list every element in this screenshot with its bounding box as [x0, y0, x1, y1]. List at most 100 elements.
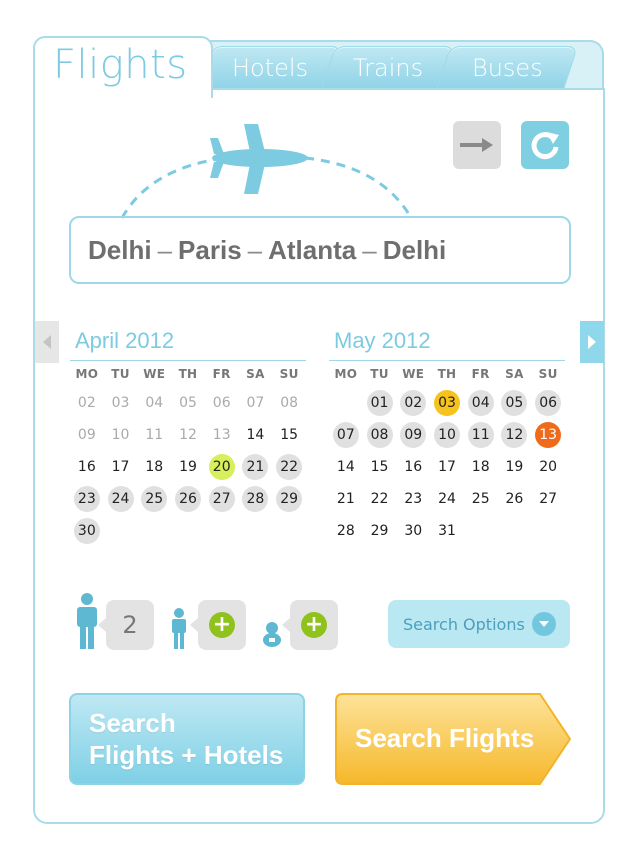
weekday-label: TU [111, 367, 130, 381]
calendar-day[interactable]: 08 [363, 419, 397, 451]
route-field[interactable]: Delhi – Paris – Atlanta – Delhi [69, 216, 571, 284]
calendar-month-april: April 2012 MO TU WE TH FR SA SU 02 03 04 05 06 07 08… [70, 328, 306, 547]
infant-icon [263, 622, 281, 647]
calendar-day[interactable]: 09 [396, 419, 430, 451]
day-number: 04 [467, 390, 494, 416]
calendar-day[interactable]: 21 [329, 483, 363, 515]
weekday-label: FR [212, 367, 231, 381]
calendar-day[interactable]: 11 [464, 419, 498, 451]
calendar-day[interactable]: 27 [205, 483, 239, 515]
calendar-day[interactable]: 21 [239, 451, 273, 483]
day-number: 02 [400, 390, 427, 416]
add-infant-button[interactable]: + [282, 600, 338, 650]
calendar-day: 04 [137, 387, 171, 419]
calendar-day[interactable]: 01 [363, 387, 397, 419]
calendar-day[interactable]: 26 [498, 483, 532, 515]
calendar-day[interactable]: 06 [531, 387, 565, 419]
calendar-day[interactable]: 05 [498, 387, 532, 419]
calendar-day[interactable]: 17 [104, 451, 138, 483]
round-trip-toggle-button[interactable] [521, 121, 569, 169]
calendar-day[interactable]: 23 [396, 483, 430, 515]
calendar-day: 02 [70, 387, 104, 419]
tab-trains[interactable]: Trains [320, 46, 456, 90]
route-city: Paris [178, 234, 242, 265]
calendar-day[interactable]: 22 [363, 483, 397, 515]
search-flights-hotels-button[interactable]: Search Flights + Hotels [69, 693, 305, 785]
calendar-day[interactable]: 16 [396, 451, 430, 483]
calendar-prev-button[interactable] [35, 321, 59, 363]
search-options-dropdown[interactable]: Search Options [388, 600, 570, 648]
calendar-day[interactable]: 24 [104, 483, 138, 515]
flight-path-illustration [120, 124, 412, 219]
calendar-day[interactable]: 12 [498, 419, 532, 451]
day-number: 27 [539, 491, 558, 507]
calendar-day[interactable]: 07 [329, 419, 363, 451]
calendar-day[interactable]: 22 [272, 451, 306, 483]
calendar-day[interactable]: 10 [430, 419, 464, 451]
calendar-day[interactable]: 20 [205, 451, 239, 483]
day-number: 16 [77, 459, 96, 475]
calendar-day: 08 [272, 387, 306, 419]
calendar-day[interactable]: 20 [531, 451, 565, 483]
day-number: 03 [111, 395, 130, 411]
calendar-day[interactable]: 19 [171, 451, 205, 483]
one-way-toggle-button[interactable] [453, 121, 501, 169]
calendar-day[interactable]: 15 [272, 419, 306, 451]
calendar-day[interactable]: 30 [70, 515, 104, 547]
plus-icon: + [209, 612, 235, 638]
tab-hotels[interactable]: Hotels [197, 46, 343, 90]
child-icon [172, 608, 186, 649]
day-number: 18 [471, 459, 490, 475]
calendar-day[interactable]: 29 [272, 483, 306, 515]
day-number [333, 390, 359, 416]
adult-count[interactable]: 2 [98, 600, 154, 650]
calendar-day[interactable]: 18 [464, 451, 498, 483]
weekday-header: MO TU WE TH FR SA SU [329, 367, 565, 381]
calendar-day[interactable]: 23 [70, 483, 104, 515]
calendar-day[interactable]: 29 [363, 515, 397, 547]
day-number: 09 [77, 427, 96, 443]
calendar-day[interactable]: 03 [430, 387, 464, 419]
calendar-day[interactable]: 30 [396, 515, 430, 547]
search-flights-button[interactable]: Search Flights [335, 693, 571, 785]
month-title: April 2012 [70, 328, 306, 361]
calendar-day[interactable]: 13 [531, 419, 565, 451]
day-number: 11 [467, 422, 494, 448]
calendar-day[interactable]: 24 [430, 483, 464, 515]
calendar-day[interactable]: 28 [329, 515, 363, 547]
calendar-day[interactable]: 17 [430, 451, 464, 483]
calendar-next-button[interactable] [580, 321, 604, 363]
calendar-day[interactable]: 25 [137, 483, 171, 515]
day-number: 14 [336, 459, 355, 475]
calendar-day[interactable]: 15 [363, 451, 397, 483]
day-number: 07 [246, 395, 265, 411]
calendar-day: 09 [70, 419, 104, 451]
airplane-icon [210, 124, 308, 194]
calendar-day[interactable]: 19 [498, 451, 532, 483]
day-number: 20 [208, 454, 235, 480]
day-number: 30 [404, 523, 423, 539]
chevron-left-icon [43, 335, 51, 349]
calendar-day[interactable]: 14 [329, 451, 363, 483]
search-flights-label: Search Flights [355, 723, 535, 753]
calendar-day[interactable]: 16 [70, 451, 104, 483]
day-number: 05 [501, 390, 528, 416]
calendar-day[interactable]: 04 [464, 387, 498, 419]
calendar-day[interactable]: 31 [430, 515, 464, 547]
tab-buses[interactable]: Buses [435, 46, 579, 90]
add-child-button[interactable]: + [190, 600, 246, 650]
calendar-day[interactable]: 27 [531, 483, 565, 515]
calendar-day[interactable]: 02 [396, 387, 430, 419]
day-grid: 02 03 04 05 06 07 08 09 10 11 12 13 14 15 16 17 18 19 20 21… [70, 387, 306, 547]
calendar-day[interactable]: 18 [137, 451, 171, 483]
search-options-label: Search Options [403, 614, 525, 634]
calendar-day[interactable]: 25 [464, 483, 498, 515]
weekday-label: TU [370, 367, 389, 381]
calendar-day[interactable]: 28 [239, 483, 273, 515]
day-number: 18 [145, 459, 164, 475]
day-number: 15 [280, 427, 299, 443]
route-city: Delhi [88, 234, 152, 265]
tab-flights[interactable]: Flights [33, 36, 213, 98]
calendar-day[interactable]: 26 [171, 483, 205, 515]
calendar-day[interactable]: 14 [239, 419, 273, 451]
